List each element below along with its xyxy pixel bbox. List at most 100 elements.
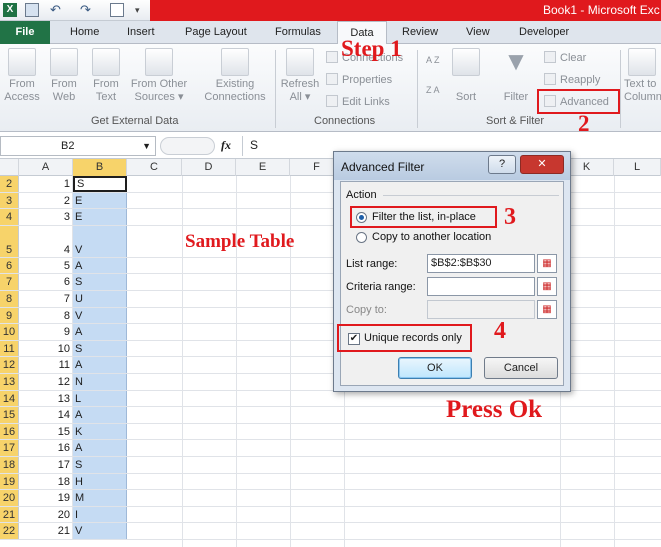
collapse-list-range-icon[interactable]: ▦ — [537, 254, 557, 273]
column-header-a[interactable]: A — [19, 159, 73, 176]
properties-button[interactable]: Properties — [326, 73, 392, 86]
column-header-c[interactable]: C — [127, 159, 182, 176]
row-header[interactable]: 4 — [0, 209, 19, 225]
row-header[interactable]: 6 — [0, 257, 19, 274]
name-box[interactable]: B2 ▼ — [0, 136, 156, 156]
cell-a[interactable]: 18 — [19, 473, 73, 490]
print-preview-icon[interactable] — [110, 3, 124, 17]
row-header[interactable]: 7 — [0, 274, 19, 290]
tab-page-layout[interactable]: Page Layout — [185, 26, 247, 38]
cell-b[interactable]: K — [73, 423, 127, 440]
cell-a[interactable]: 14 — [19, 407, 73, 423]
cell-a[interactable]: 6 — [19, 274, 73, 290]
collapse-criteria-range-icon[interactable]: ▦ — [537, 277, 557, 296]
cell-a[interactable]: 9 — [19, 324, 73, 340]
row-header[interactable]: 11 — [0, 340, 19, 357]
row-header[interactable]: 16 — [0, 423, 19, 440]
formula-input[interactable]: S — [250, 138, 258, 152]
reapply-button[interactable]: Reapply — [544, 73, 600, 86]
cell-b[interactable]: N — [73, 374, 127, 390]
tab-insert[interactable]: Insert — [127, 26, 155, 38]
dialog-title-bar[interactable]: Advanced Filter ? ✕ — [334, 152, 570, 180]
cell-b[interactable]: A — [73, 324, 127, 340]
row-header[interactable]: 14 — [0, 390, 19, 407]
customize-qat-icon[interactable]: ▾ — [135, 3, 149, 17]
close-button[interactable]: ✕ — [520, 155, 564, 174]
row-header[interactable]: 8 — [0, 291, 19, 307]
from-other-sources-button[interactable]: From Other Sources ▾ — [127, 48, 191, 104]
tab-home[interactable]: Home — [70, 26, 99, 38]
from-text-button[interactable]: From Text — [87, 48, 125, 104]
copy-to-input[interactable] — [427, 300, 535, 319]
criteria-range-input[interactable] — [427, 277, 535, 296]
edit-links-button[interactable]: Edit Links — [326, 95, 390, 108]
row-header[interactable]: 12 — [0, 357, 19, 373]
from-access-button[interactable]: From Access — [3, 48, 41, 104]
cell-b[interactable]: S — [73, 340, 127, 357]
row-header[interactable]: 15 — [0, 407, 19, 423]
from-web-button[interactable]: From Web — [45, 48, 83, 104]
cell-a[interactable]: 15 — [19, 423, 73, 440]
sort-button[interactable]: Sort — [448, 48, 484, 104]
cell-b[interactable]: S — [73, 457, 127, 473]
cell-b[interactable]: I — [73, 506, 127, 523]
cell-a[interactable]: 1 — [19, 176, 73, 192]
cell-a[interactable]: 13 — [19, 390, 73, 407]
row-header[interactable]: 2 — [0, 176, 19, 192]
tab-developer[interactable]: Developer — [519, 26, 569, 38]
clear-button[interactable]: Clear — [544, 51, 586, 64]
cell-a[interactable]: 2 — [19, 192, 73, 209]
redo-icon[interactable]: ↷ — [80, 3, 94, 17]
row-header[interactable]: 17 — [0, 440, 19, 456]
column-header-b[interactable]: B — [73, 159, 127, 176]
filter-button[interactable]: ▼ Filter — [497, 48, 535, 104]
radio-copy-location[interactable] — [356, 232, 367, 243]
sort-z-to-a-button[interactable]: Z A — [426, 86, 442, 95]
row-header[interactable]: 10 — [0, 324, 19, 340]
tab-file[interactable]: File — [0, 21, 50, 44]
row-header[interactable]: 13 — [0, 374, 19, 390]
row-header[interactable]: 3 — [0, 192, 19, 209]
refresh-all-button[interactable]: Refresh All ▾ — [280, 48, 320, 104]
cell-a[interactable]: 10 — [19, 340, 73, 357]
cell-b[interactable]: S — [73, 274, 127, 290]
cancel-button[interactable]: Cancel — [484, 357, 558, 379]
cell-b[interactable]: E — [73, 209, 127, 225]
cell-a[interactable]: 5 — [19, 257, 73, 274]
cell-a[interactable]: 21 — [19, 523, 73, 539]
list-range-input[interactable]: $B$2:$B$30 — [427, 254, 535, 273]
cell-a[interactable]: 4 — [19, 225, 73, 257]
cell-a[interactable]: 11 — [19, 357, 73, 373]
help-button[interactable]: ? — [488, 155, 516, 174]
cell-b[interactable]: V — [73, 225, 127, 257]
tab-view[interactable]: View — [466, 26, 490, 38]
column-header-e[interactable]: E — [236, 159, 290, 176]
cell-b[interactable]: E — [73, 192, 127, 209]
row-header[interactable]: 21 — [0, 506, 19, 523]
column-header-l[interactable]: L — [614, 159, 661, 176]
cell-a[interactable]: 20 — [19, 506, 73, 523]
existing-connections-button[interactable]: Existing Connections — [199, 48, 271, 104]
cell-a[interactable]: 16 — [19, 440, 73, 456]
row-header[interactable]: 22 — [0, 523, 19, 539]
text-to-columns-button[interactable]: Text to Column — [624, 48, 661, 104]
option-copy-location[interactable]: Copy to another location — [372, 231, 491, 243]
cell-a[interactable]: 3 — [19, 209, 73, 225]
ok-button[interactable]: OK — [398, 357, 472, 379]
cell-a[interactable]: 19 — [19, 490, 73, 506]
tab-review[interactable]: Review — [402, 26, 438, 38]
cell-a[interactable]: 12 — [19, 374, 73, 390]
tab-formulas[interactable]: Formulas — [275, 26, 321, 38]
select-all-corner[interactable] — [0, 159, 19, 176]
cell-b[interactable]: A — [73, 257, 127, 274]
cell-a[interactable]: 8 — [19, 307, 73, 324]
sort-a-to-z-button[interactable]: A Z — [426, 56, 442, 65]
cell-b[interactable]: V — [73, 523, 127, 539]
row-header[interactable]: 20 — [0, 490, 19, 506]
undo-icon[interactable]: ↶ — [50, 3, 64, 17]
collapse-copy-to-icon[interactable]: ▦ — [537, 300, 557, 319]
cell-b[interactable]: A — [73, 440, 127, 456]
cell-a[interactable]: 17 — [19, 457, 73, 473]
row-header[interactable]: 19 — [0, 473, 19, 490]
cell-a[interactable]: 7 — [19, 291, 73, 307]
